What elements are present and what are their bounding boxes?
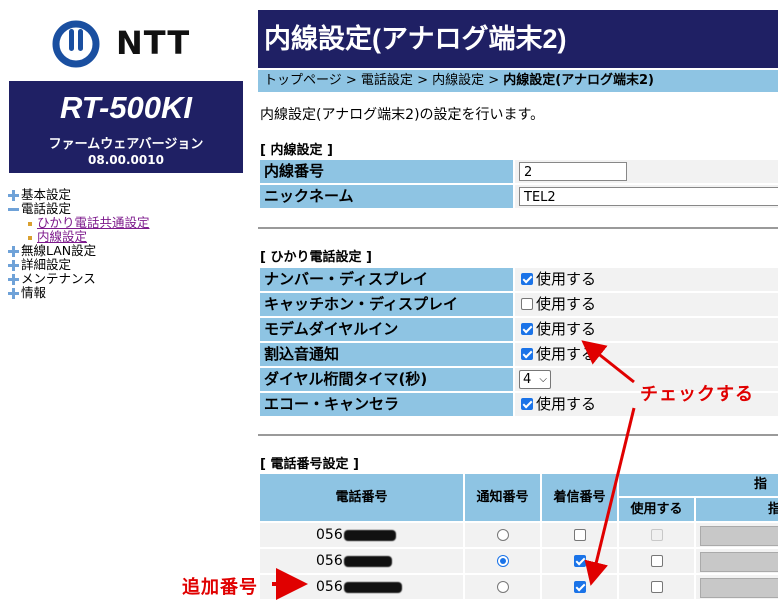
designate-input[interactable] [700,552,778,572]
ntt-logo-text: NTT [116,24,191,62]
nickname-label: ニックネーム [260,185,513,208]
interrupt-tone-label: 割込音通知 [260,343,513,366]
minus-icon [8,204,19,215]
bullet-icon [28,235,32,240]
dial-timer-label: ダイヤル桁間タイマ(秒) [260,368,513,391]
divider [258,227,778,229]
ntt-logo: NTT [52,18,212,74]
sidebar-item-phone[interactable]: 電話設定 [8,202,150,216]
plus-icon [8,259,19,271]
section-title-extension: [ 内線設定 ] [260,143,333,158]
sidebar-item-label: 電話設定 [21,201,72,216]
sidebar-item-label: メンテナンス [21,271,96,286]
table-row-number: 056 [260,575,463,599]
number-display-label: ナンバー・ディスプレイ [260,268,513,291]
chevron-down-icon: ⌵ [539,374,547,385]
annotation-check-label: チェックする [640,384,754,405]
redacted-digits [343,581,402,593]
redacted-digits [343,555,392,567]
incoming-checkbox[interactable] [573,555,586,567]
page-description: 内線設定(アナログ端末2)の設定を行います。 [260,107,545,123]
notify-radio[interactable] [496,581,509,593]
dial-timer-select[interactable]: 4 ⌵ [519,370,551,389]
redacted-digits [343,529,396,541]
modem-dialin-checkbox[interactable] [521,322,533,335]
row-catch-display: キャッチホン・ディスプレイ 使用する [260,293,778,316]
nickname-input[interactable]: TEL2 [519,187,778,206]
sidebar-nav: 基本設定 電話設定 ひかり電話共通設定 内線設定 無線LAN設定 詳細設定 メン… [8,188,150,300]
row-number-display: ナンバー・ディスプレイ 使用する [260,268,778,291]
sidebar-item-wlan[interactable]: 無線LAN設定 [8,244,150,258]
sidebar-item-maintenance[interactable]: メンテナンス [8,272,150,286]
main-content: 内線設定(アナログ端末2) トップページ > 電話設定 > 内線設定 > 内線設… [258,0,778,604]
table-row-number: 056 [260,523,463,547]
sidebar-link-hikari-common[interactable]: ひかり電話共通設定 [37,216,150,230]
row-interrupt-tone: 割込音通知 使用する [260,343,778,366]
notify-radio[interactable] [496,555,509,567]
sidebar-item-basic[interactable]: 基本設定 [8,188,150,202]
model-panel: RT-500KI ファームウェアバージョン 08.00.0010 [9,81,243,173]
section-title-phone-numbers: [ 電話番号設定 ] [260,457,359,472]
echo-canceller-checkbox[interactable] [521,397,533,410]
breadcrumb: トップページ > 電話設定 > 内線設定 > 内線設定(アナログ端末2) [258,70,778,92]
row-modem-dialin: モデムダイヤルイン 使用する [260,318,778,341]
plus-icon [8,273,19,285]
sidebar-item-label: 無線LAN設定 [21,243,97,258]
sidebar-item-label: 基本設定 [21,187,72,202]
extension-number-label: 内線番号 [260,160,513,183]
page-title: 内線設定(アナログ端末2) [258,10,778,68]
plus-icon [8,245,19,257]
modem-dialin-label: モデムダイヤルイン [260,318,513,341]
sidebar-subitem-hikari-common[interactable]: ひかり電話共通設定 [8,216,150,230]
breadcrumb-item-top[interactable]: トップページ [264,73,342,88]
designate-input[interactable] [700,578,778,598]
divider [258,434,778,436]
echo-canceller-label: エコー・キャンセラ [260,393,513,416]
left-sidebar: NTT RT-500KI ファームウェアバージョン 08.00.0010 基本設… [0,0,248,604]
ntt-logo-icon [52,20,100,68]
col-header-designate-sub: 指定 [696,498,778,521]
catch-display-checkbox[interactable] [521,297,533,310]
col-header-designate: 指 [619,474,778,496]
sidebar-item-label: 詳細設定 [21,257,72,272]
breadcrumb-item-extension[interactable]: 内線設定 [432,73,484,88]
section-title-hikari: [ ひかり電話設定 ] [260,250,372,265]
annotation-add-label: 追加番号 [182,577,258,598]
breadcrumb-current: 内線設定(アナログ端末2) [503,73,654,88]
row-nickname: ニックネーム TEL2 [260,185,778,208]
plus-icon [8,287,19,299]
bullet-icon [28,221,32,226]
designate-input[interactable] [700,526,778,546]
number-display-checkbox[interactable] [521,272,533,285]
sidebar-item-advanced[interactable]: 詳細設定 [8,258,150,272]
sidebar-item-label: 情報 [21,285,47,300]
table-row-number: 056 [260,549,463,573]
col-header-notify: 通知番号 [465,474,540,521]
firmware-version: 08.00.0010 [88,153,164,167]
incoming-checkbox[interactable] [573,529,586,541]
use-checkbox[interactable] [650,555,663,567]
plus-icon [8,189,19,201]
incoming-checkbox[interactable] [573,581,586,593]
model-name: RT-500KI [59,90,193,125]
use-checkbox[interactable] [650,581,663,593]
sidebar-item-info[interactable]: 情報 [8,286,150,300]
catch-display-label: キャッチホン・ディスプレイ [260,293,513,316]
interrupt-tone-checkbox[interactable] [521,347,533,360]
extension-number-input[interactable]: 2 [519,162,627,181]
breadcrumb-item-phone[interactable]: 電話設定 [361,73,413,88]
notify-radio[interactable] [496,529,509,541]
row-extension-number: 内線番号 2 [260,160,778,183]
sidebar-subitem-extension[interactable]: 内線設定 [8,230,150,244]
col-header-use: 使用する [619,498,694,521]
col-header-incoming: 着信番号 [542,474,617,521]
sidebar-link-extension[interactable]: 内線設定 [37,230,87,244]
col-header-number: 電話番号 [260,474,463,521]
firmware-label: ファームウェアバージョン [48,137,204,152]
use-checkbox[interactable] [650,529,663,541]
